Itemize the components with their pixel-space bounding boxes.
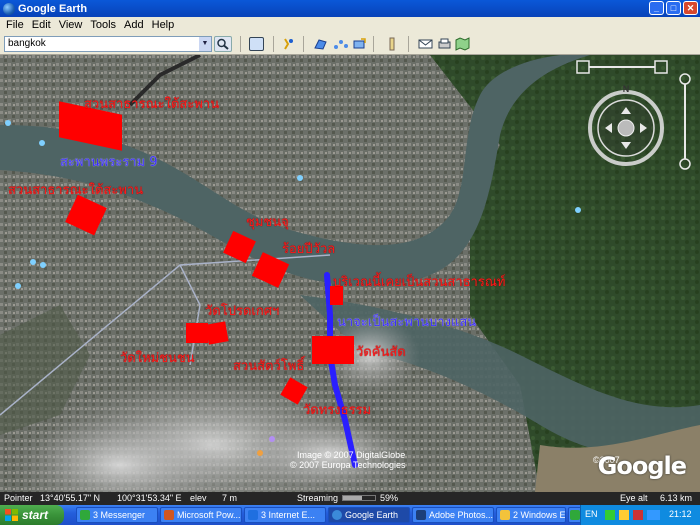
map-label: วัดทรงธรรม (303, 403, 372, 418)
google-earth-icon (332, 510, 342, 520)
map-label: วัดคันสัด (356, 345, 406, 360)
window-controls: _ □ ✕ (649, 1, 698, 15)
taskbar-button-internet-explorer[interactable]: 3 Internet E... (244, 507, 326, 523)
path-icon[interactable] (333, 37, 348, 51)
map-label: ชุมชนจุ (246, 215, 289, 230)
internet-explorer-icon (248, 510, 258, 520)
menu-edit[interactable]: Edit (28, 19, 55, 31)
map-label: สวนสาธารณะใต้สะพาน (8, 183, 144, 198)
email-icon[interactable] (418, 37, 433, 51)
polygon-icon[interactable] (313, 37, 328, 51)
taskbar: start 3 Messenger Microsoft Pow... 3 Int… (0, 505, 700, 525)
annotation-box (205, 321, 229, 345)
search-input[interactable]: bangkok (4, 36, 212, 52)
map-label: บริเวณนี้เคยเป็นสวนสาธารณท์ (333, 275, 506, 290)
folder-icon (500, 510, 510, 520)
map-label: สวนสาธารณะใต้สะพาน (84, 97, 220, 112)
start-button[interactable]: start (0, 505, 64, 525)
ruler-icon[interactable] (385, 37, 400, 51)
longitude-readout: 100°31'53.34" E (117, 493, 182, 503)
sidebar-toggle-icon[interactable] (249, 37, 264, 51)
map-label: สวนสัตว์โพธิ์ (233, 359, 305, 374)
google-logo: Google (597, 452, 687, 480)
maximize-button[interactable]: □ (666, 1, 681, 15)
print-icon[interactable] (437, 37, 452, 51)
search-button[interactable] (214, 36, 232, 52)
latitude-readout: 13°40'55.17" N (40, 493, 101, 503)
messenger-icon (80, 510, 90, 520)
windows-flag-icon (5, 509, 18, 521)
elevation-label: elev (190, 493, 207, 503)
map-label: ร้อยปีวัวล (282, 242, 336, 257)
search-dropdown-icon[interactable]: ▼ (199, 37, 211, 51)
menu-view[interactable]: View (55, 19, 87, 31)
taskbar-button-powerpoint[interactable]: Microsoft Pow... (160, 507, 242, 523)
app-icon (570, 510, 580, 520)
menu-file[interactable]: File (2, 19, 28, 31)
eye-alt-label: Eye alt (620, 493, 648, 503)
status-bar: Pointer 13°40'55.17" N 100°31'53.34" E e… (0, 492, 700, 505)
photoshop-icon (416, 510, 426, 520)
view-in-maps-icon[interactable] (455, 37, 470, 51)
minimize-button[interactable]: _ (649, 1, 664, 15)
menu-bar: File Edit View Tools Add Help (0, 17, 700, 33)
google-earth-window: Google Earth _ □ ✕ File Edit View Tools … (0, 0, 700, 525)
map-label: สะพานพระราม 9 (60, 155, 158, 170)
close-button[interactable]: ✕ (683, 1, 698, 15)
taskbar-button-label: Adobe Photos... (429, 510, 494, 520)
overlay-icon[interactable] (352, 37, 367, 51)
pointer-label: Pointer (4, 493, 33, 503)
map-label: นาจะเป็นสะพานบางแสน (337, 315, 477, 330)
system-tray: EN 21:12 (580, 505, 700, 525)
imagery-copyright: Image © 2007 DigitalGlobe (297, 450, 406, 460)
start-label: start (22, 508, 49, 522)
eye-alt-readout: 6.13 km (660, 493, 693, 503)
taskbar-button-google-earth[interactable]: Google Earth (328, 507, 410, 523)
zoom-slider[interactable] (679, 73, 691, 170)
taskbar-button-label: 3 Internet E... (261, 510, 316, 520)
streaming-progress (342, 495, 376, 501)
streaming-percent: 59% (380, 493, 399, 503)
tilt-slider[interactable] (576, 60, 668, 74)
title-bar[interactable]: Google Earth _ □ ✕ (0, 0, 700, 17)
annotation-box (312, 336, 354, 364)
search-icon (217, 38, 229, 50)
menu-add[interactable]: Add (120, 19, 148, 31)
taskbar-button-label: 3 Messenger (93, 510, 146, 520)
toolbar: bangkok ▼ (0, 33, 700, 55)
north-indicator[interactable]: N (623, 84, 630, 94)
menu-help[interactable]: Help (148, 19, 179, 31)
streaming-label: Streaming (297, 493, 339, 503)
language-indicator[interactable]: EN (585, 509, 598, 519)
taskbar-button-messenger[interactable]: 3 Messenger (76, 507, 158, 523)
window-title: Google Earth (18, 2, 88, 15)
taskbar-button-label: Google Earth (345, 510, 399, 520)
taskbar-button-label: 2 Windows E... (513, 510, 566, 520)
map-label: วัดโปรดเกศฯ (205, 304, 280, 319)
navigation-controls: N (575, 59, 695, 179)
google-earth-icon (3, 2, 15, 15)
map-view[interactable]: สวนสาธารณะใต้สะพาน สะพานพระราม 9 สวนสาธา… (0, 55, 700, 492)
clock[interactable]: 21:12 (669, 509, 692, 519)
powerpoint-icon (164, 510, 174, 520)
elevation-readout: 7 m (222, 493, 238, 503)
taskbar-button-windows-explorer[interactable]: 2 Windows E... (496, 507, 566, 523)
map-label: วัดใหม่ชนชน (120, 351, 195, 366)
tray-icons[interactable] (605, 510, 660, 520)
placemark-icon[interactable] (281, 37, 296, 51)
taskbar-button-label: Microsoft Pow... (177, 510, 241, 520)
data-copyright: © 2007 Europa Technologies (290, 460, 406, 470)
taskbar-button-photoshop[interactable]: Adobe Photos... (412, 507, 494, 523)
menu-tools[interactable]: Tools (86, 19, 120, 31)
